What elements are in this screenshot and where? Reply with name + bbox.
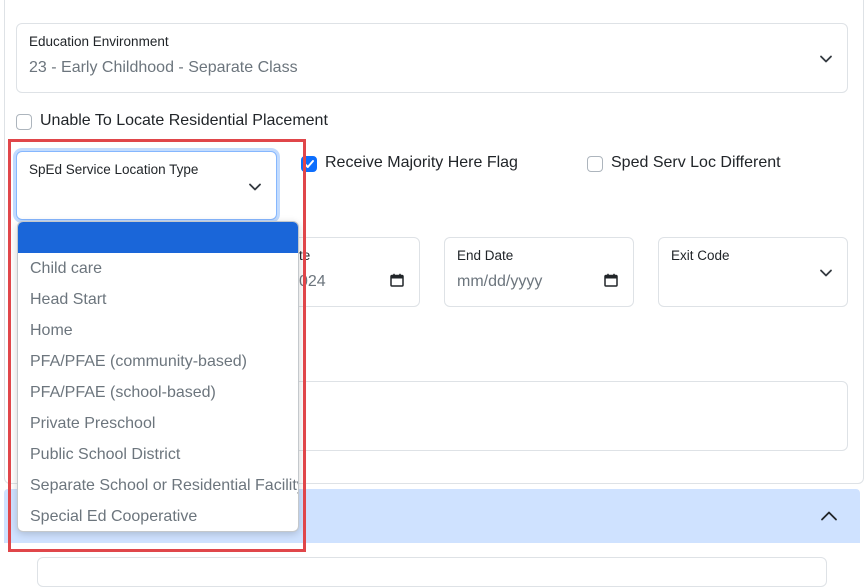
receive-majority-label: Receive Majority Here Flag [325,154,518,171]
exit-code-label: Exit Code [671,248,730,263]
sped-loc-different-label: Sped Serv Loc Different [611,154,781,171]
option-home[interactable]: Home [18,315,298,346]
accordion-body-box [37,557,827,587]
education-environment-select[interactable]: Education Environment 23 - Early Childho… [16,23,848,93]
option-separate-school[interactable]: Separate School or Residential Facility [18,470,298,501]
education-environment-label: Education Environment [29,34,169,49]
calendar-icon[interactable] [390,273,404,287]
exit-code-select[interactable]: Exit Code [658,237,848,307]
receive-majority-checkbox[interactable] [301,156,317,172]
sped-location-options-list[interactable]: Child care Head Start Home PFA/PFAE (com… [17,221,299,532]
option-child-care[interactable]: Child care [18,253,298,284]
option-pfa-community[interactable]: PFA/PFAE (community-based) [18,346,298,377]
start-date-value: 024 [299,273,326,290]
option-blank[interactable] [18,222,298,253]
education-environment-value: 23 - Early Childhood - Separate Class [29,59,298,76]
end-date-placeholder: mm/dd/yyyy [457,273,543,290]
notes-textarea[interactable] [230,381,848,451]
option-private-preschool[interactable]: Private Preschool [18,408,298,439]
end-date-label: End Date [457,248,514,263]
sped-location-type-select[interactable]: SpEd Service Location Type [16,151,277,220]
chevron-down-icon [819,52,833,66]
chevron-down-icon [819,266,833,280]
chevron-up-icon [820,509,838,523]
unable-to-locate-checkbox[interactable] [16,114,32,130]
option-public-school-district[interactable]: Public School District [18,439,298,470]
option-pfa-school[interactable]: PFA/PFAE (school-based) [18,377,298,408]
calendar-icon[interactable] [604,273,618,287]
option-special-ed-cooperative[interactable]: Special Ed Cooperative [18,501,298,531]
option-head-start[interactable]: Head Start [18,284,298,315]
end-date-input[interactable]: End Date mm/dd/yyyy [444,237,634,307]
check-icon [304,160,314,168]
unable-to-locate-label: Unable To Locate Residential Placement [40,112,328,129]
start-date-label: te [299,248,311,263]
sped-location-type-label: SpEd Service Location Type [29,162,199,177]
sped-loc-different-checkbox[interactable] [587,156,603,172]
chevron-down-icon [248,180,262,194]
